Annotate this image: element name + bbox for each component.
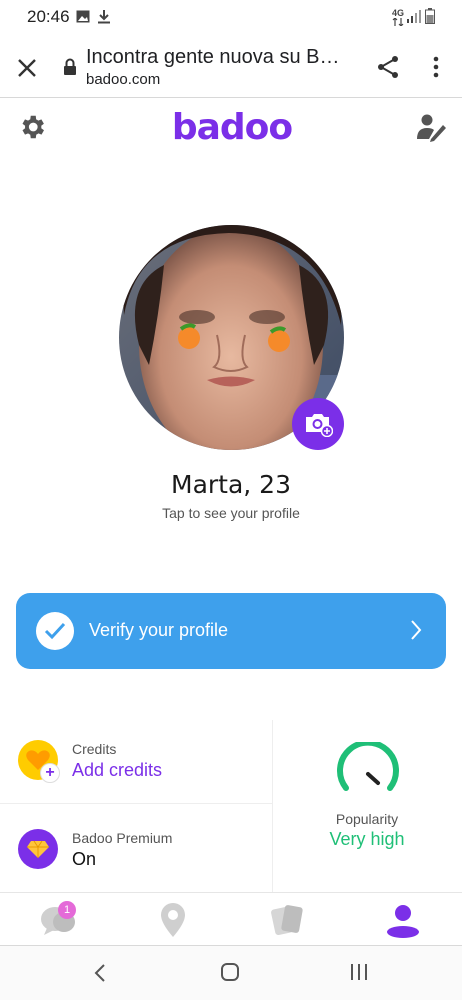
location-pin-icon	[160, 903, 185, 937]
profile-name[interactable]: Marta, 23	[0, 470, 462, 499]
credits-title: Credits	[72, 741, 117, 757]
verify-profile-label: Verify your profile	[89, 620, 229, 640]
more-options-icon[interactable]	[430, 56, 442, 78]
recent-apps-icon[interactable]	[349, 963, 369, 981]
settings-gear-icon[interactable]	[17, 112, 47, 142]
add-photo-button[interactable]	[292, 398, 344, 450]
chevron-right-icon	[411, 620, 422, 640]
cards-icon	[270, 905, 303, 936]
stats-divider	[272, 720, 273, 892]
browser-toolbar: Incontra gente nuova su Badoo.com badoo.…	[0, 34, 462, 98]
nav-people-nearby[interactable]	[115, 893, 230, 947]
nav-chats[interactable]	[0, 893, 115, 947]
status-bar: 20:46 4G	[0, 0, 462, 34]
download-notification-icon	[98, 10, 110, 24]
premium-row[interactable]: Badoo Premium On	[0, 805, 272, 891]
premium-diamond-icon	[18, 829, 58, 869]
page-title[interactable]: Incontra gente nuova su Badoo.com	[86, 46, 348, 69]
popularity-gauge-icon[interactable]	[336, 742, 400, 794]
data-arrows-icon	[392, 18, 404, 26]
premium-title: Badoo Premium	[72, 830, 173, 846]
popularity-title: Popularity	[335, 811, 399, 827]
nav-profile[interactable]	[345, 893, 460, 947]
unread-chats-badge: 1	[58, 901, 76, 919]
verified-check-icon	[36, 612, 74, 650]
profile-hint[interactable]: Tap to see your profile	[0, 505, 462, 521]
network-type-label: 4G	[392, 8, 405, 18]
android-navigation-bar	[0, 946, 462, 1000]
camera-plus-icon	[306, 414, 333, 437]
nav-encounters[interactable]	[230, 893, 345, 947]
profile-icon	[386, 905, 419, 938]
home-icon[interactable]	[220, 962, 240, 982]
close-icon[interactable]	[17, 58, 37, 78]
page-domain[interactable]: badoo.com	[86, 71, 160, 88]
back-icon[interactable]	[93, 963, 107, 983]
add-credits-link[interactable]: Add credits	[72, 760, 162, 781]
credits-plus-icon: +	[40, 763, 60, 783]
lock-icon	[64, 58, 76, 75]
verify-profile-button[interactable]: Verify your profile	[16, 593, 446, 669]
app-bottom-nav: 1	[0, 892, 462, 946]
status-time: 20:46	[27, 7, 70, 26]
badoo-logo: badoo	[172, 107, 294, 148]
signal-icon	[407, 10, 421, 23]
battery-icon	[425, 8, 435, 24]
premium-status: On	[72, 849, 97, 869]
edit-profile-icon[interactable]	[415, 112, 447, 142]
share-icon[interactable]	[376, 55, 400, 79]
image-notification-icon	[76, 10, 90, 23]
popularity-value[interactable]: Very high	[272, 829, 462, 850]
badoo-logo-text: badoo	[172, 107, 293, 148]
credits-row[interactable]: + Credits Add credits	[0, 720, 272, 804]
